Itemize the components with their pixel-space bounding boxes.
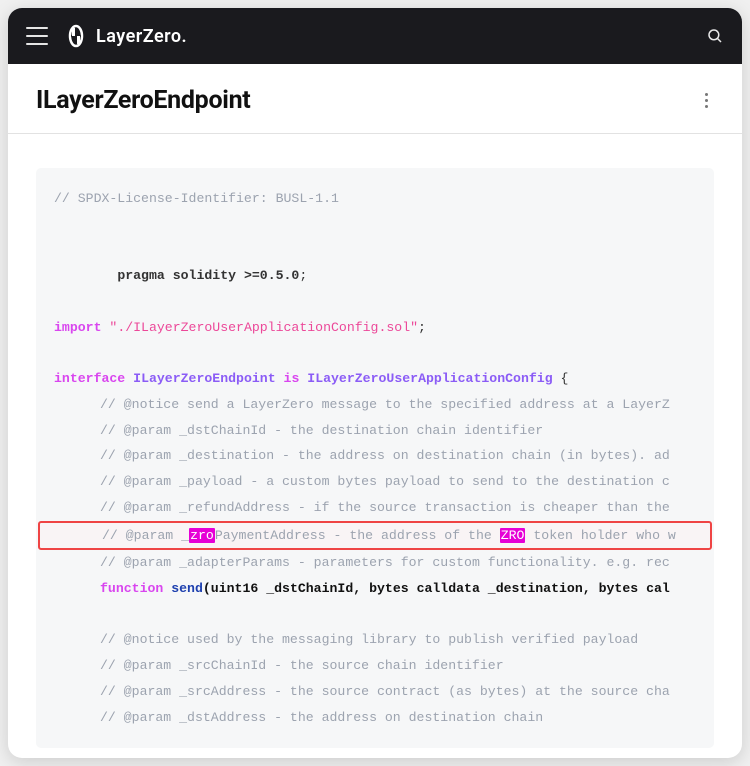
code-line: // @notice send a LayerZero message to t… xyxy=(54,392,714,418)
layerzero-logo-icon xyxy=(64,24,88,48)
code-line: import "./ILayerZeroUserApplicationConfi… xyxy=(54,315,714,341)
page-title: ILayerZeroEndpoint xyxy=(36,86,250,115)
code-line: interface ILayerZeroEndpoint is ILayerZe… xyxy=(54,366,714,392)
code-line: pragma solidity >=0.5.0; xyxy=(54,237,714,288)
highlighted-line: // @param _zroPaymentAddress - the addre… xyxy=(38,521,712,551)
code-line: // @param _destination - the address on … xyxy=(54,443,714,469)
title-bar: ILayerZeroEndpoint xyxy=(8,64,742,134)
highlight-token: ZRO xyxy=(500,528,526,543)
app-header: LayerZero. xyxy=(8,8,742,64)
content-area: // SPDX-License-Identifier: BUSL-1.1 pra… xyxy=(8,134,742,758)
brand-logo[interactable]: LayerZero. xyxy=(64,24,187,48)
code-line: // SPDX-License-Identifier: BUSL-1.1 xyxy=(54,186,714,212)
code-line: function send(uint16 _dstChainId, bytes … xyxy=(54,576,714,602)
code-line: // @param _srcAddress - the source contr… xyxy=(54,679,714,705)
code-block: // SPDX-License-Identifier: BUSL-1.1 pra… xyxy=(36,168,714,748)
app-window: LayerZero. ILayerZeroEndpoint // SPDX-Li… xyxy=(8,8,742,758)
code-line: // @notice used by the messaging library… xyxy=(54,627,714,653)
menu-icon[interactable] xyxy=(26,27,48,45)
code-line: // @param _payload - a custom bytes payl… xyxy=(54,469,714,495)
code-line: // @param _refundAddress - if the source… xyxy=(54,495,714,521)
code-line: // @param _srcChainId - the source chain… xyxy=(54,653,714,679)
code-line: // @param _dstChainId - the destination … xyxy=(54,418,714,444)
code-line: // @param _dstAddress - the address on d… xyxy=(54,705,714,731)
search-icon[interactable] xyxy=(706,27,724,45)
kebab-menu-icon[interactable] xyxy=(699,87,714,114)
code-line: // @param _adapterParams - parameters fo… xyxy=(54,550,714,576)
highlight-token: zro xyxy=(189,528,215,543)
brand-name: LayerZero. xyxy=(96,26,187,47)
